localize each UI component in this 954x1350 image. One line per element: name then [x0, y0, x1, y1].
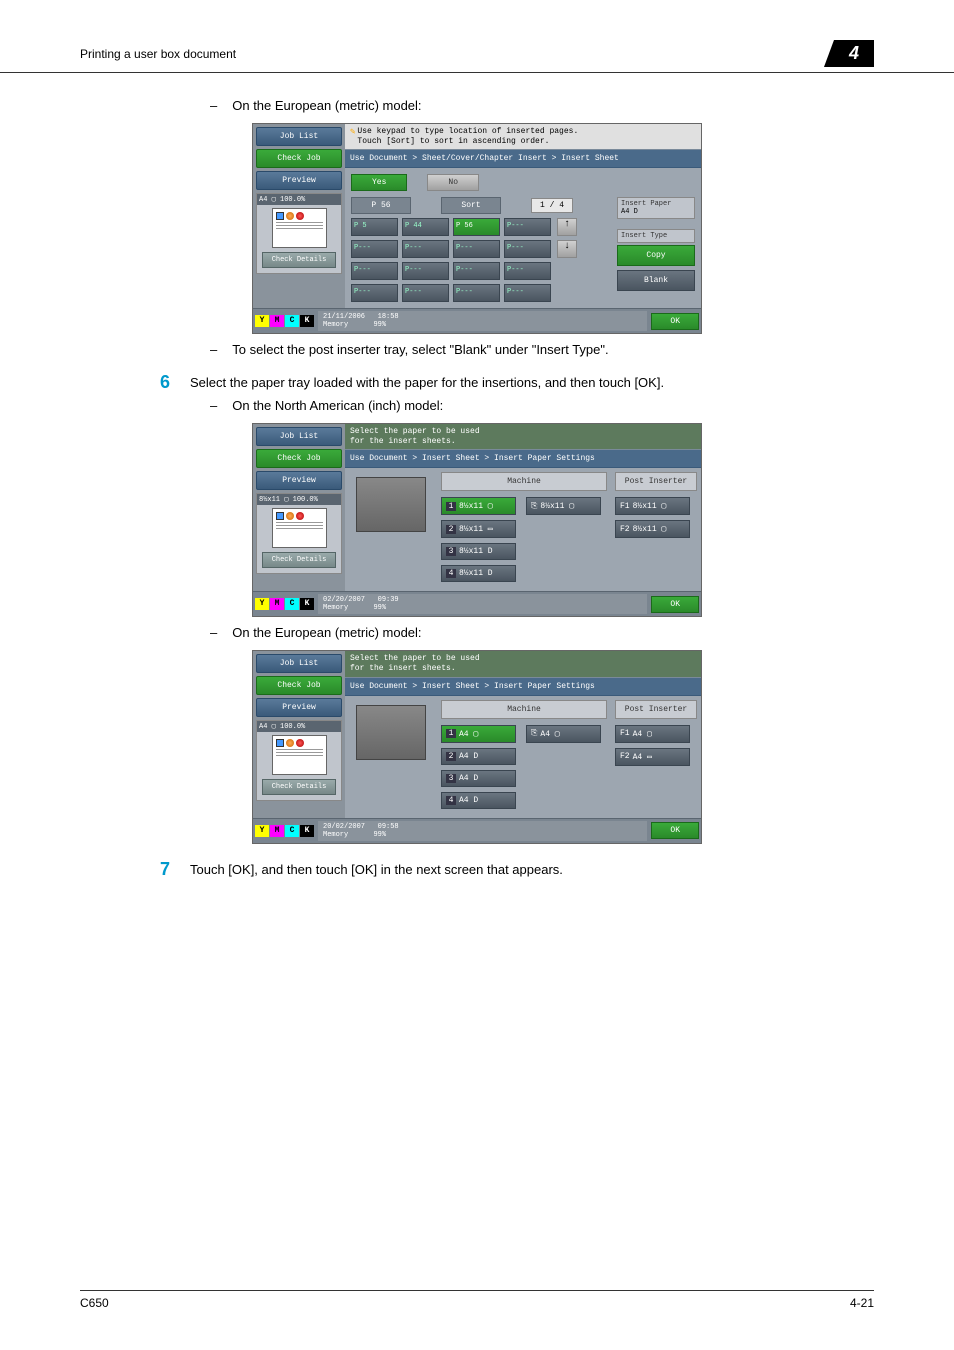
message-bar: ✎Use keypad to type location of inserted… [345, 124, 701, 149]
ymck-indicator: YMCK [255, 598, 314, 610]
message-bar: Select the paper to be used for the inse… [345, 651, 701, 676]
pg-btn[interactable]: P--- [504, 218, 551, 236]
page-grid: P 5 P 44 P 56 P--- P--- P--- P--- P--- P… [351, 218, 551, 302]
post-inserter-header: Post Inserter [615, 700, 697, 719]
down-arrow-button[interactable]: ↓ [557, 240, 577, 258]
sort-button[interactable]: Sort [441, 197, 501, 214]
copy-button[interactable]: Copy [617, 245, 695, 266]
pi-tray-1-button[interactable]: F18½x11 ▢ [615, 497, 690, 515]
tray-2-button[interactable]: 2A4 D [441, 748, 516, 765]
message-bar: Select the paper to be used for the inse… [345, 424, 701, 449]
preview-button[interactable]: Preview [256, 471, 342, 490]
tray-1-button[interactable]: 18½x11 ▢ [441, 497, 516, 515]
pg-btn[interactable]: P--- [504, 240, 551, 258]
doc-thumbnail [272, 508, 327, 548]
step-7-text: Touch [OK], and then touch [OK] in the n… [190, 859, 563, 880]
bullet-euro-2: On the European (metric) model: [210, 625, 874, 640]
tray-2-button[interactable]: 28½x11 ▭ [441, 520, 516, 538]
job-list-button[interactable]: Job List [256, 427, 342, 446]
check-job-button[interactable]: Check Job [256, 449, 342, 468]
pi-tray-2-button[interactable]: F28½x11 ▢ [615, 520, 690, 538]
check-details-button[interactable]: Check Details [262, 252, 336, 268]
footer-page: 4-21 [850, 1296, 874, 1310]
timestamp: 21/11/2006 18:58Memory 99% [318, 311, 647, 331]
header-title: Printing a user box document [80, 47, 236, 61]
preview-button[interactable]: Preview [256, 698, 342, 717]
doc-thumbnail [272, 735, 327, 775]
no-button[interactable]: No [427, 174, 479, 191]
check-details-button[interactable]: Check Details [262, 779, 336, 795]
panel-paper-settings-metric: Job List Check Job Preview A4 ▢ 100.0% C… [252, 650, 702, 843]
pencil-icon: ✎ [350, 127, 355, 138]
timestamp: 20/02/2007 09:58Memory 99% [318, 821, 647, 841]
job-list-button[interactable]: Job List [256, 127, 342, 146]
check-job-button[interactable]: Check Job [256, 676, 342, 695]
panel-paper-settings-inch: Job List Check Job Preview 8½x11 ▢ 100.0… [252, 423, 702, 617]
post-inserter-header: Post Inserter [615, 472, 697, 491]
panel-insert-sheet: Job List Check Job Preview A4 ▢ 100.0% C… [252, 123, 702, 334]
machine-header: Machine [441, 700, 607, 719]
ymck-indicator: YMCK [255, 315, 314, 327]
pg-btn[interactable]: P 44 [402, 218, 449, 236]
pg-btn[interactable]: P--- [402, 240, 449, 258]
printer-icon [356, 705, 426, 760]
pg-btn[interactable]: P--- [453, 262, 500, 280]
insert-type-label: Insert Type [617, 229, 695, 243]
check-job-button[interactable]: Check Job [256, 149, 342, 168]
tray-1-button[interactable]: 1A4 ▢ [441, 725, 516, 743]
blank-button[interactable]: Blank [617, 270, 695, 291]
pg-btn[interactable]: P--- [351, 284, 398, 302]
page-counter: 1 / 4 [531, 198, 573, 213]
bullet-euro-1: On the European (metric) model: [210, 98, 874, 113]
thumb-label: A4 ▢ 100.0% [257, 194, 341, 205]
tray-3-button[interactable]: 38½x11 D [441, 543, 516, 560]
tray-4-button[interactable]: 48½x11 D [441, 565, 516, 582]
printer-icon [356, 477, 426, 532]
pg-btn[interactable]: P 5 [351, 218, 398, 236]
step-7-number: 7 [160, 859, 190, 880]
pg-btn[interactable]: P--- [402, 284, 449, 302]
ymck-indicator: YMCK [255, 825, 314, 837]
step-6-number: 6 [160, 372, 190, 393]
tray-3-button[interactable]: 3A4 D [441, 770, 516, 787]
machine-header: Machine [441, 472, 607, 491]
insert-paper-label: Insert PaperA4 D [617, 197, 695, 219]
bullet-na: On the North American (inch) model: [210, 398, 874, 413]
breadcrumb: Use Document > Insert Sheet > Insert Pap… [345, 449, 701, 468]
pg-btn[interactable]: P--- [453, 284, 500, 302]
pg-btn[interactable]: P--- [402, 262, 449, 280]
breadcrumb: Use Document > Insert Sheet > Insert Pap… [345, 677, 701, 696]
page-label: P 56 [351, 197, 411, 214]
doc-thumbnail [272, 208, 327, 248]
thumb-label: 8½x11 ▢ 100.0% [257, 494, 341, 505]
pg-btn[interactable]: P--- [504, 284, 551, 302]
preview-button[interactable]: Preview [256, 171, 342, 190]
pi-tray-1-button[interactable]: F1A4 ▢ [615, 725, 690, 743]
job-list-button[interactable]: Job List [256, 654, 342, 673]
check-details-button[interactable]: Check Details [262, 552, 336, 568]
pg-btn[interactable]: P 56 [453, 218, 500, 236]
timestamp: 02/20/2007 09:39Memory 99% [318, 594, 647, 614]
thumb-label: A4 ▢ 100.0% [257, 721, 341, 732]
pi-tray-2-button[interactable]: F2A4 ▭ [615, 748, 690, 766]
pg-btn[interactable]: P--- [351, 262, 398, 280]
pg-btn[interactable]: P--- [504, 262, 551, 280]
tray-4-button[interactable]: 4A4 D [441, 792, 516, 809]
ok-button[interactable]: OK [651, 313, 699, 330]
step-6-text: Select the paper tray loaded with the pa… [190, 372, 664, 393]
manual-tray-button[interactable]: ⎘A4 ▢ [526, 725, 601, 743]
manual-tray-button[interactable]: ⎘8½x11 ▢ [526, 497, 601, 515]
breadcrumb: Use Document > Sheet/Cover/Chapter Inser… [345, 149, 701, 168]
ok-button[interactable]: OK [651, 822, 699, 839]
pg-btn[interactable]: P--- [453, 240, 500, 258]
bullet-post-inserter: To select the post inserter tray, select… [210, 342, 874, 357]
yes-button[interactable]: Yes [351, 174, 407, 191]
chapter-badge: 4 [824, 40, 874, 67]
pg-btn[interactable]: P--- [351, 240, 398, 258]
up-arrow-button[interactable]: ↑ [557, 218, 577, 236]
ok-button[interactable]: OK [651, 596, 699, 613]
footer-model: C650 [80, 1296, 109, 1310]
